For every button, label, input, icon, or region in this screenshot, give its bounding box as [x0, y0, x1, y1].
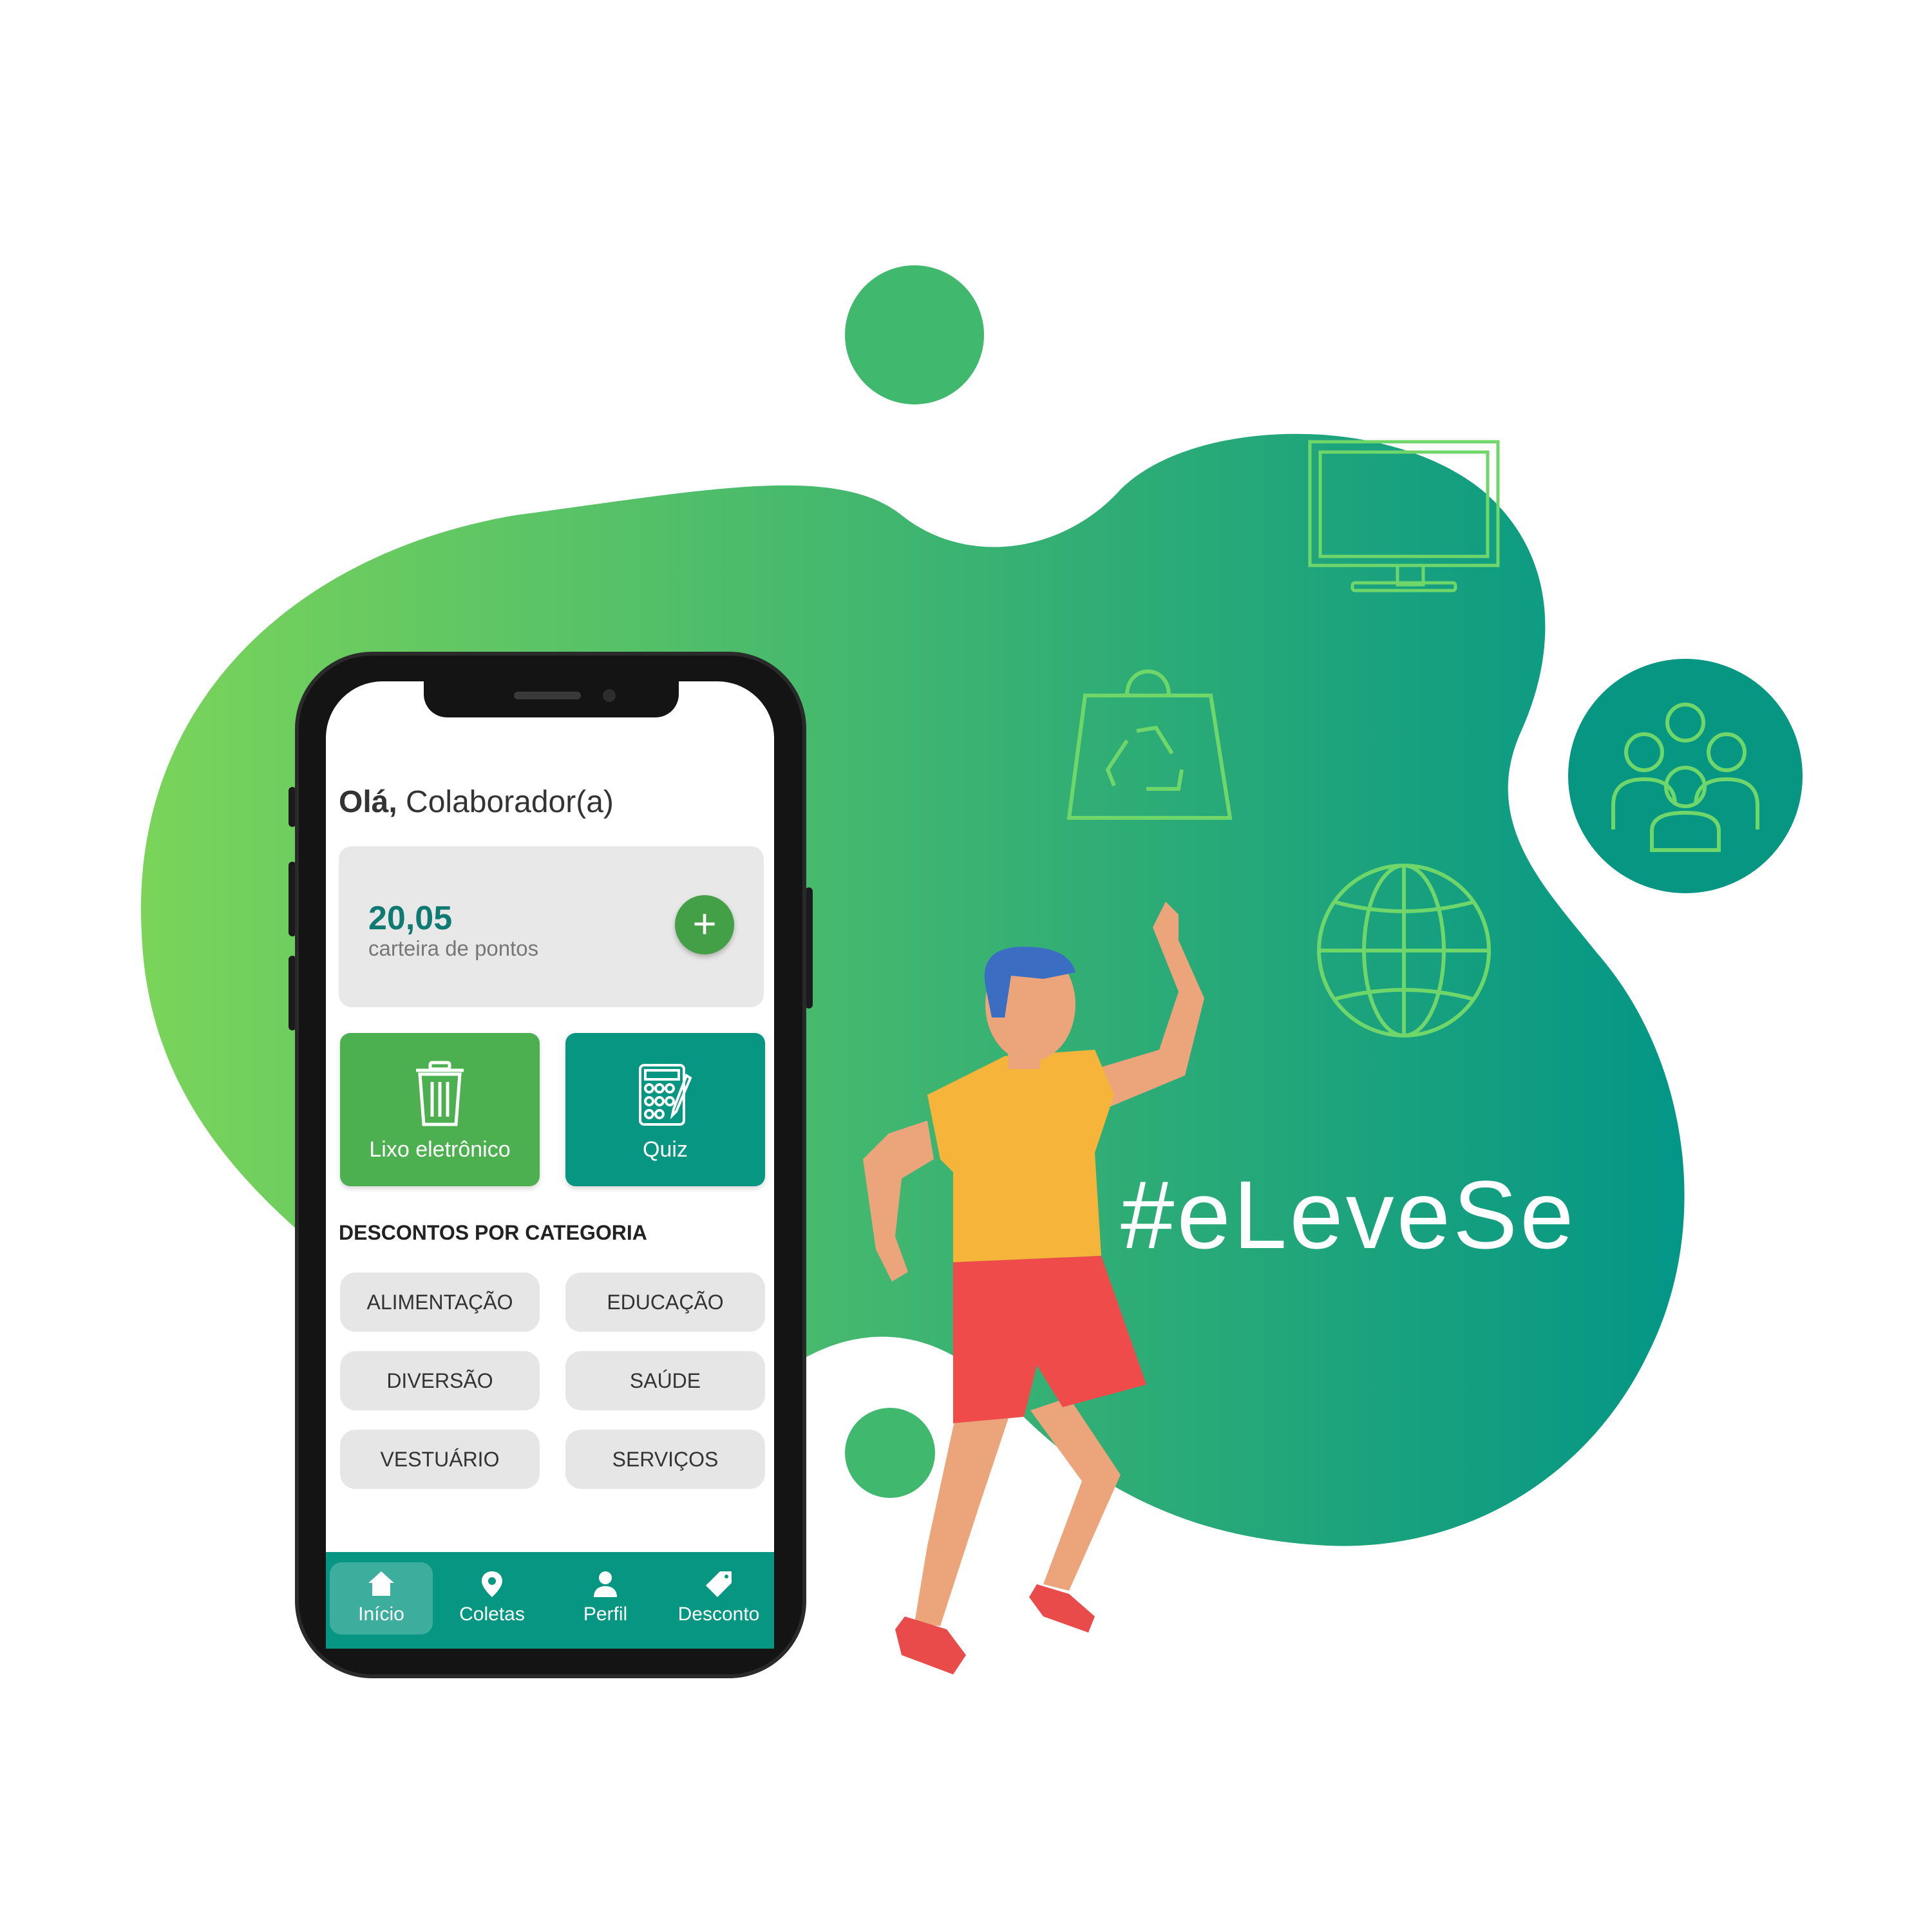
people-circle — [1568, 659, 1803, 893]
greeting: Olá, Colaborador(a) — [339, 784, 614, 820]
campaign-hashtag: #eLeveSe — [1121, 1160, 1577, 1269]
phone-camera — [603, 689, 616, 702]
trash-icon — [416, 1061, 464, 1126]
user-icon — [594, 1571, 617, 1597]
nav-coletas[interactable]: Coletas — [440, 1562, 544, 1634]
category-alimentacao[interactable]: ALIMENTAÇÃO — [340, 1273, 540, 1332]
phone-notch — [424, 681, 679, 717]
category-servicos[interactable]: SERVIÇOS — [565, 1430, 765, 1489]
category-vestuario[interactable]: VESTUÁRIO — [340, 1430, 540, 1489]
location-pin-icon — [482, 1571, 502, 1597]
tile-lixo-eletronico[interactable]: Lixo eletrônico — [340, 1033, 540, 1186]
decor-circle-bottom — [845, 1408, 935, 1498]
points-label: carteira de pontos — [368, 936, 539, 960]
decor-circle-top — [845, 265, 984, 404]
points-value: 20,05 — [368, 900, 453, 937]
tag-icon — [706, 1571, 732, 1597]
category-saude[interactable]: SAÚDE — [565, 1351, 765, 1410]
greeting-name: Colaborador(a) — [397, 785, 614, 819]
plus-icon: + — [692, 900, 717, 947]
discounts-section-title: DESCONTOS POR CATEGORIA — [339, 1221, 647, 1244]
phone-speaker — [514, 692, 581, 699]
nav-label-desconto: Desconto — [677, 1604, 760, 1625]
tile-quiz[interactable]: Quiz — [565, 1033, 765, 1186]
nav-label-inicio: Início — [358, 1604, 404, 1625]
category-educacao[interactable]: EDUCAÇÃO — [565, 1273, 765, 1332]
tile-label-quiz: Quiz — [643, 1137, 688, 1162]
nav-desconto[interactable]: Desconto — [667, 1562, 770, 1634]
add-points-button[interactable]: + — [675, 895, 734, 954]
nav-inicio[interactable]: Início — [330, 1562, 433, 1634]
tile-label-lixo: Lixo eletrônico — [369, 1137, 511, 1162]
category-diversao[interactable]: DIVERSÃO — [340, 1351, 540, 1410]
nav-label-perfil: Perfil — [583, 1604, 628, 1625]
globe-icon — [1317, 864, 1491, 1037]
nav-label-coletas: Coletas — [459, 1604, 525, 1625]
home-icon — [368, 1571, 394, 1596]
quiz-icon — [639, 1064, 692, 1126]
greeting-hi: Olá, — [339, 785, 397, 819]
nav-perfil[interactable]: Perfil — [554, 1562, 657, 1634]
